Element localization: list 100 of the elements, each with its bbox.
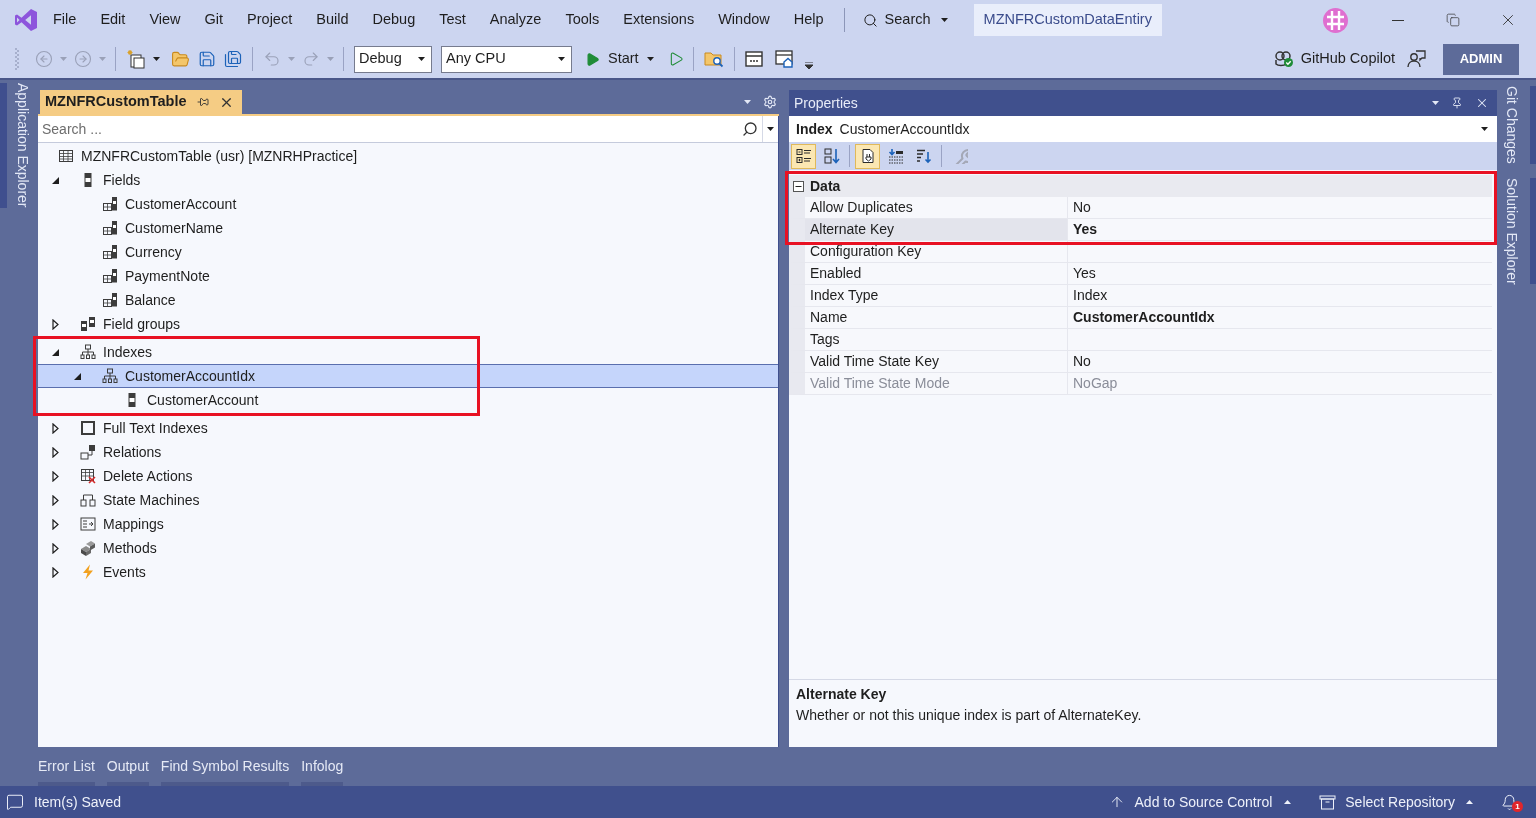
side-tab[interactable]: Solution Explorer: [1499, 177, 1536, 285]
tree-item[interactable]: Methods: [38, 536, 161, 560]
search-options-button[interactable]: [762, 116, 778, 142]
mapping-icon: [80, 516, 96, 532]
repository-button[interactable]: Select Repository: [1319, 791, 1473, 813]
feedback-icon: [1407, 50, 1426, 68]
tree-item[interactable]: Field groups: [38, 312, 185, 336]
tree-item[interactable]: Full Text Indexes: [38, 416, 212, 440]
search-field[interactable]: Search ...: [38, 116, 738, 142]
menu-item[interactable]: Analyze: [477, 4, 554, 36]
collapsed-arrow-icon[interactable]: [52, 566, 59, 578]
category-label: Data: [810, 176, 841, 196]
tree-item[interactable]: Events: [38, 560, 150, 584]
menu-item[interactable]: Build: [304, 4, 361, 36]
collapsed-arrow-icon[interactable]: [52, 318, 59, 330]
pin-icon[interactable]: [196, 96, 209, 108]
tree-item[interactable]: CustomerAccountIdx: [38, 364, 778, 388]
tree-item[interactable]: Indexes: [38, 340, 157, 364]
description-title: Alternate Key: [796, 685, 888, 704]
collapse-box-icon[interactable]: [793, 180, 804, 192]
tree-item[interactable]: CustomerAccount: [38, 192, 241, 216]
menu-item[interactable]: Git: [192, 4, 236, 36]
toolbar-grip-icon[interactable]: [15, 48, 19, 70]
overflow-icon[interactable]: [804, 62, 813, 70]
list-arrow-icon: [887, 148, 904, 164]
expanded-arrow-icon[interactable]: [52, 176, 59, 184]
property-name: Enabled: [789, 263, 1068, 285]
tree-item[interactable]: Mappings: [38, 512, 168, 536]
property-name: Valid Time State Key: [789, 351, 1068, 373]
tree-item[interactable]: Currency: [38, 240, 186, 264]
document-tab[interactable]: MZNFRCustomTable: [40, 90, 242, 114]
caret-icon: [1481, 127, 1488, 131]
copilot-button[interactable]: GitHub Copilot: [1273, 45, 1395, 73]
field-icon: [102, 244, 118, 260]
collapsed-arrow-icon[interactable]: [52, 494, 59, 506]
menu-item[interactable]: View: [137, 4, 193, 36]
new-project-icon: [126, 49, 146, 69]
field-icon: [102, 268, 118, 284]
search-submit-button[interactable]: [738, 116, 762, 142]
side-tab[interactable]: Git Changes: [1499, 86, 1536, 164]
frame-icon: [80, 420, 96, 436]
menu-item[interactable]: Project: [235, 4, 305, 36]
description-text: Whether or not this unique index is part of AlternateKey.: [796, 706, 1143, 725]
menu-item[interactable]: Help: [781, 4, 836, 36]
tree-item[interactable]: Fields: [38, 168, 145, 192]
property-name: Alternate Key: [789, 219, 1068, 241]
hierarchy-icon: [102, 368, 118, 384]
expanded-arrow-icon[interactable]: [52, 348, 59, 356]
open-folder-icon: [171, 49, 190, 69]
table-delete-icon: [80, 468, 96, 484]
save-icon: [198, 50, 216, 68]
collapsed-arrow-icon[interactable]: [52, 422, 59, 434]
tree-item[interactable]: Relations: [38, 440, 166, 464]
collapsed-arrow-icon[interactable]: [52, 470, 59, 482]
tree-item[interactable]: CustomerAccount: [38, 388, 263, 412]
menu-item[interactable]: Test: [427, 4, 478, 36]
app-logo-icon: [14, 8, 38, 32]
tree-item[interactable]: Balance: [38, 288, 180, 312]
object-selector[interactable]: Index CustomerAccountIdx: [789, 116, 1497, 142]
tree-item[interactable]: CustomerName: [38, 216, 228, 240]
configuration-dropdown[interactable]: Debug: [354, 45, 432, 73]
start-button[interactable]: Start: [582, 45, 657, 73]
folder-search-icon: [703, 50, 724, 68]
source-control-button[interactable]: Add to Source Control: [1108, 791, 1292, 813]
close-icon[interactable]: [1475, 96, 1489, 110]
tree-item[interactable]: MZNFRCustomTable (usr) [MZNRHPractice]: [38, 144, 362, 168]
tree-item[interactable]: Delete Actions: [38, 464, 197, 488]
menu-item[interactable]: Extensions: [611, 4, 707, 36]
property-name: Name: [789, 307, 1068, 329]
caret-icon: [767, 127, 774, 131]
dropdown-caret-icon[interactable]: [153, 57, 160, 61]
menu-item[interactable]: Debug: [360, 4, 428, 36]
toolbar-toggle[interactable]: [791, 143, 816, 169]
pin-icon[interactable]: [1451, 97, 1463, 109]
dropdown-caret-icon[interactable]: [1432, 101, 1439, 105]
menu-item[interactable]: Window: [706, 4, 782, 36]
account-button[interactable]: ADMIN: [1443, 43, 1519, 75]
property-name: Index Type: [789, 285, 1068, 307]
search-button[interactable]: Search: [852, 4, 958, 36]
pane-title: Properties: [794, 93, 858, 113]
platform-dropdown[interactable]: Any CPU: [441, 45, 572, 73]
menu-item[interactable]: Edit: [88, 4, 138, 36]
field-group-icon: [80, 316, 96, 332]
tree-item[interactable]: State Machines: [38, 488, 204, 512]
collapsed-arrow-icon[interactable]: [52, 446, 59, 458]
caret-up-icon: [1284, 800, 1292, 804]
settings-icon[interactable]: [763, 95, 777, 109]
expanded-arrow-icon[interactable]: [74, 372, 81, 380]
menu-item[interactable]: Tools: [553, 4, 612, 36]
collapsed-arrow-icon[interactable]: [52, 518, 59, 530]
toolbar-toggle[interactable]: [855, 143, 880, 169]
menu-item[interactable]: File: [41, 4, 89, 36]
profile-badge-icon[interactable]: [1323, 7, 1348, 33]
redo-icon: [302, 50, 320, 68]
tree-item[interactable]: PaymentNote: [38, 264, 214, 288]
status-message: Item(s) Saved: [34, 792, 122, 812]
undo-icon: [263, 50, 281, 68]
solution-name: MZNFRCustomDataEntiry: [973, 4, 1162, 36]
cubes-icon: [80, 540, 96, 556]
collapsed-arrow-icon[interactable]: [52, 542, 59, 554]
